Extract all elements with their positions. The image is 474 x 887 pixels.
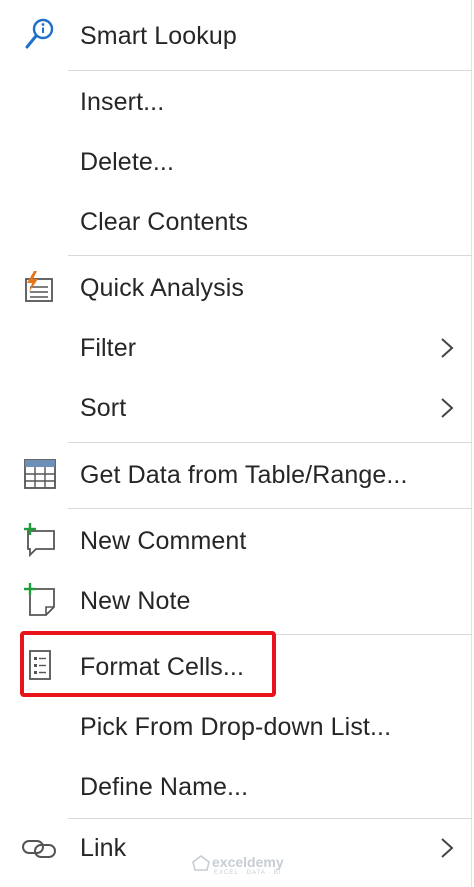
menu-item-label: New Comment [80,527,247,555]
menu-item-sort[interactable]: Sort [0,378,470,438]
menu-item-insert[interactable]: Insert... [0,72,470,132]
menu-item-label: Sort [80,394,127,422]
menu-item-quick-analysis[interactable]: Quick Analysis [0,258,470,318]
menu-item-label: Define Name... [80,773,249,801]
menu-item-label: Quick Analysis [80,274,244,302]
menu-separator [68,508,472,509]
menu-item-label: Insert... [80,88,165,116]
menu-separator [68,634,472,635]
new-note-icon [20,583,60,619]
chevron-right-icon [436,336,458,360]
context-menu: Smart Lookup Insert... Delete... Clear C… [0,0,472,887]
menu-item-smart-lookup[interactable]: Smart Lookup [0,6,470,66]
menu-item-label: Format Cells... [80,653,245,681]
menu-item-label: Smart Lookup [80,22,237,50]
new-comment-icon [20,523,60,559]
chevron-right-icon [436,396,458,420]
smart-lookup-icon [20,18,60,54]
quick-analysis-icon [20,270,60,306]
menu-item-format-cells[interactable]: Format Cells... [0,637,470,697]
menu-item-new-note[interactable]: New Note [0,571,470,631]
chevron-right-icon [436,836,458,860]
menu-item-label: Clear Contents [80,208,249,236]
menu-item-filter[interactable]: Filter [0,318,470,378]
menu-item-new-comment[interactable]: New Comment [0,511,470,571]
menu-item-pick-from-dropdown[interactable]: Pick From Drop-down List... [0,697,470,757]
menu-item-get-data-from-table[interactable]: Get Data from Table/Range... [0,445,470,505]
menu-item-label: Pick From Drop-down List... [80,713,392,741]
table-icon [20,457,60,493]
menu-item-label: Delete... [80,148,175,176]
menu-separator [68,70,472,71]
menu-separator [68,255,472,256]
menu-item-label: Filter [80,334,137,362]
menu-item-define-name[interactable]: Define Name... [0,757,470,817]
menu-item-link[interactable]: Link [0,818,470,878]
menu-item-clear-contents[interactable]: Clear Contents [0,192,470,252]
menu-item-delete[interactable]: Delete... [0,132,470,192]
link-icon [20,830,60,866]
format-cells-icon [20,649,60,685]
menu-item-label: Link [80,834,127,862]
menu-separator [68,442,472,443]
menu-item-label: Get Data from Table/Range... [80,461,408,489]
menu-item-label: New Note [80,587,191,615]
